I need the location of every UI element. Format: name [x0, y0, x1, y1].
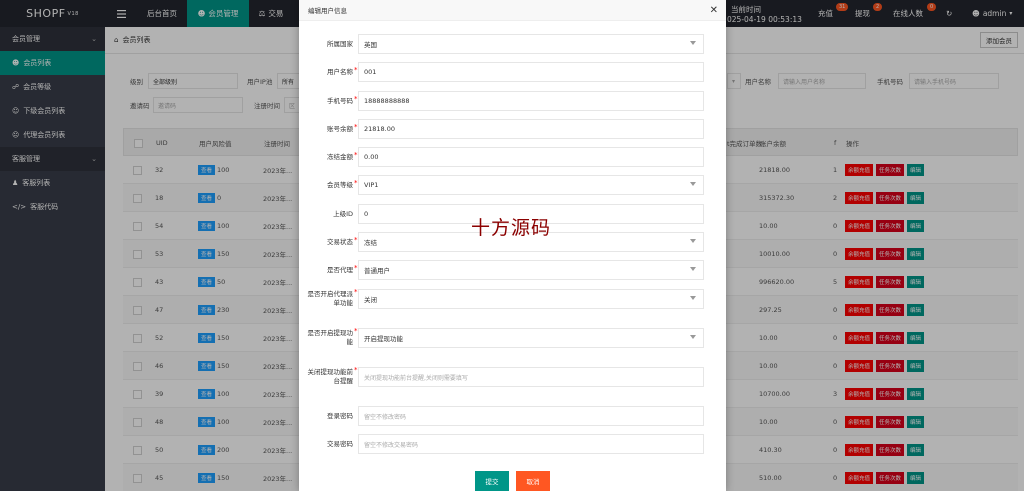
edit-user-modal: 编辑用户信息 ✕ 所属国家 英国 用户名称 * 001 手机号码 * 18888888888 账…	[299, 0, 726, 491]
field-label: 账号余额	[327, 125, 353, 133]
required-marker: *	[354, 95, 358, 103]
form-row: 登录密码 留空不修改密码	[299, 406, 726, 426]
field-label: 会员等级	[327, 181, 353, 189]
form-row: 手机号码 * 18888888888	[299, 91, 726, 111]
chevron-down-icon	[690, 267, 696, 271]
field-label: 是否开启代理派单功能	[307, 290, 354, 307]
chevron-down-icon	[690, 41, 696, 45]
chevron-down-icon	[690, 335, 696, 339]
field-label: 是否开启提现功能	[307, 329, 354, 346]
required-marker: *	[354, 179, 358, 187]
field-input[interactable]: 留空不修改密码	[358, 406, 704, 426]
required-marker: *	[354, 366, 358, 374]
form-row: 是否开启提现功能 * 开启提现功能	[299, 327, 726, 348]
form-row: 交易密码 留空不修改交易密码	[299, 434, 726, 454]
required-marker: *	[354, 288, 358, 296]
required-marker: *	[354, 151, 358, 159]
required-marker: *	[354, 327, 358, 335]
field-input[interactable]: 001	[358, 62, 704, 82]
field-label: 交易状态	[327, 238, 353, 246]
field-label: 关闭提现功能前台提醒	[307, 368, 354, 385]
form-row: 账号余额 * 21818.00	[299, 119, 726, 139]
field-input[interactable]: 0.00	[358, 147, 704, 167]
field-label: 交易密码	[327, 440, 353, 448]
form-row: 是否代理 * 普通用户	[299, 260, 726, 280]
field-label: 手机号码	[327, 97, 353, 105]
field-input[interactable]: 21818.00	[358, 119, 704, 139]
chevron-down-icon	[690, 182, 696, 186]
required-marker: *	[354, 236, 358, 244]
close-icon[interactable]: ✕	[710, 5, 718, 16]
form-row: 冻结金额 * 0.00	[299, 147, 726, 167]
watermark: 十方源码	[471, 217, 552, 239]
field-input[interactable]: VIP1	[358, 175, 704, 195]
field-label: 冻结金额	[327, 153, 353, 161]
required-marker: *	[354, 66, 358, 74]
form-row: 是否开启代理派单功能 * 关闭	[299, 288, 726, 309]
chevron-down-icon	[690, 239, 696, 243]
field-input[interactable]: 英国	[358, 34, 704, 54]
field-label: 用户名称	[327, 68, 353, 76]
field-input[interactable]: 普通用户	[358, 260, 704, 280]
modal-title: 编辑用户信息 ✕	[299, 0, 726, 21]
form-row: 用户名称 * 001	[299, 62, 726, 82]
field-label: 登录密码	[327, 412, 353, 420]
field-label: 所属国家	[327, 40, 353, 48]
required-marker: *	[354, 123, 358, 131]
field-input[interactable]: 留空不修改交易密码	[358, 434, 704, 454]
submit-button[interactable]: 提交	[475, 471, 509, 491]
form-row: 所属国家 英国	[299, 34, 726, 54]
field-label: 上级ID	[333, 210, 353, 218]
form-row: 会员等级 * VIP1	[299, 175, 726, 195]
form-row: 关闭提现功能前台提醒 * 关闭提现功能前台提醒,关闭则需要填写	[299, 366, 726, 387]
cancel-button[interactable]: 取消	[516, 471, 550, 491]
chevron-down-icon	[690, 296, 696, 300]
required-marker: *	[354, 264, 358, 272]
field-input[interactable]: 关闭	[358, 289, 704, 309]
field-input[interactable]: 开启提现功能	[358, 328, 704, 348]
field-input[interactable]: 18888888888	[358, 91, 704, 111]
field-label: 是否代理	[327, 266, 353, 274]
field-input[interactable]: 关闭提现功能前台提醒,关闭则需要填写	[358, 367, 704, 387]
